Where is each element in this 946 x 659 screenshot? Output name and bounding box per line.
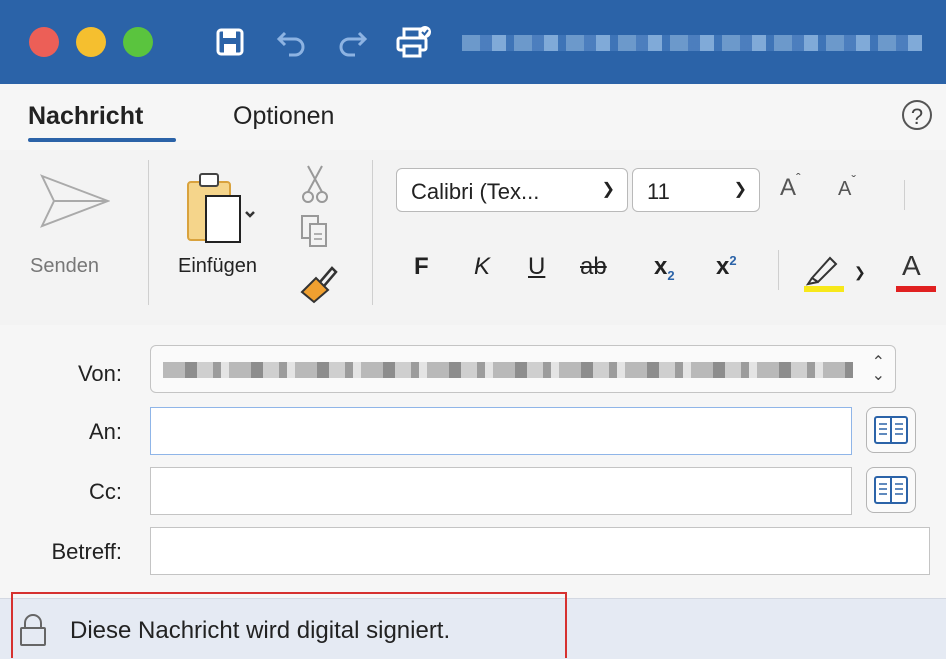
font-size-select[interactable]: 11 ❯ [632, 168, 760, 212]
separator [778, 250, 779, 290]
subscript-button[interactable]: x2 [654, 253, 675, 283]
paste-label: Einfügen [178, 255, 257, 277]
copy-icon[interactable] [300, 214, 330, 255]
separator [148, 160, 149, 305]
grow-font-button[interactable]: Aˆ [780, 170, 801, 202]
from-account-value [163, 362, 853, 378]
chevron-down-icon: ❯ [733, 181, 747, 198]
to-field[interactable] [150, 407, 852, 455]
caret-down-icon: ˇ [851, 172, 857, 188]
tab-nachricht[interactable]: Nachricht [28, 102, 143, 131]
ribbon-tabs: Nachricht Optionen ? [0, 84, 946, 150]
active-tab-indicator [28, 138, 176, 142]
save-icon[interactable] [208, 20, 252, 64]
grow-font-label: A [780, 174, 797, 201]
font-family-value: Calibri (Tex... [411, 179, 540, 204]
subscript-digit: 2 [667, 267, 675, 283]
window-title [462, 35, 922, 51]
separator [372, 160, 373, 305]
title-bar [0, 0, 946, 84]
minimize-button[interactable] [76, 27, 106, 57]
caret-up-icon: ˆ [796, 170, 801, 186]
chevron-down-icon: ❯ [601, 181, 615, 198]
highlighter-icon [804, 256, 844, 292]
print-icon[interactable] [392, 20, 436, 64]
highlight-swatch [804, 286, 844, 292]
font-color-button[interactable]: A [896, 248, 936, 294]
to-label: An: [88, 419, 122, 444]
undo-icon[interactable] [270, 20, 314, 64]
paper-plane-icon [40, 174, 110, 228]
font-family-select[interactable]: Calibri (Tex... ❯ [396, 168, 628, 212]
separator [904, 180, 905, 210]
font-size-value: 11 [647, 179, 670, 204]
paste-button[interactable]: Einfügen [170, 160, 290, 300]
highlight-box [11, 592, 567, 658]
bold-button[interactable]: F [414, 253, 429, 281]
superscript-digit: 2 [729, 253, 737, 268]
from-select[interactable]: ⌃ ⌄ [150, 345, 896, 393]
underline-button[interactable]: U [528, 253, 545, 281]
send-button[interactable]: Senden [20, 160, 130, 300]
chevron-down-icon: ❯ [854, 264, 866, 280]
superscript-button[interactable]: x2 [716, 253, 737, 281]
send-label: Senden [30, 255, 99, 277]
ribbon: Senden Einfügen Calibri (Tex... ❯ 11 ❯ A… [0, 150, 946, 326]
redo-icon[interactable] [330, 20, 374, 64]
address-book-icon [874, 476, 908, 504]
cc-label: Cc: [89, 479, 122, 504]
font-color-swatch [896, 286, 936, 292]
format-painter-icon[interactable] [298, 262, 338, 309]
strikethrough-button[interactable]: ab [580, 253, 607, 281]
cut-icon[interactable] [300, 164, 330, 209]
font-color-label: A [902, 250, 921, 281]
highlight-button[interactable]: ❯ [800, 250, 870, 294]
shrink-font-button[interactable]: Aˇ [838, 172, 856, 201]
tab-optionen[interactable]: Optionen [233, 102, 334, 131]
help-icon[interactable]: ? [902, 100, 932, 130]
clipboard-icon [187, 173, 255, 243]
to-address-book-button[interactable] [866, 407, 916, 453]
superscript-x: x [716, 253, 730, 280]
cc-address-book-button[interactable] [866, 467, 916, 513]
subject-field[interactable] [150, 527, 930, 575]
subject-label: Betreff: [51, 539, 122, 564]
shrink-font-label: A [838, 178, 852, 200]
address-book-icon [874, 416, 908, 444]
zoom-button[interactable] [123, 27, 153, 57]
italic-button[interactable]: K [474, 253, 490, 281]
close-button[interactable] [29, 27, 59, 57]
stepper-icon: ⌃ ⌄ [871, 354, 885, 384]
subscript-x: x [654, 253, 668, 280]
cc-field[interactable] [150, 467, 852, 515]
from-label: Von: [77, 361, 122, 386]
